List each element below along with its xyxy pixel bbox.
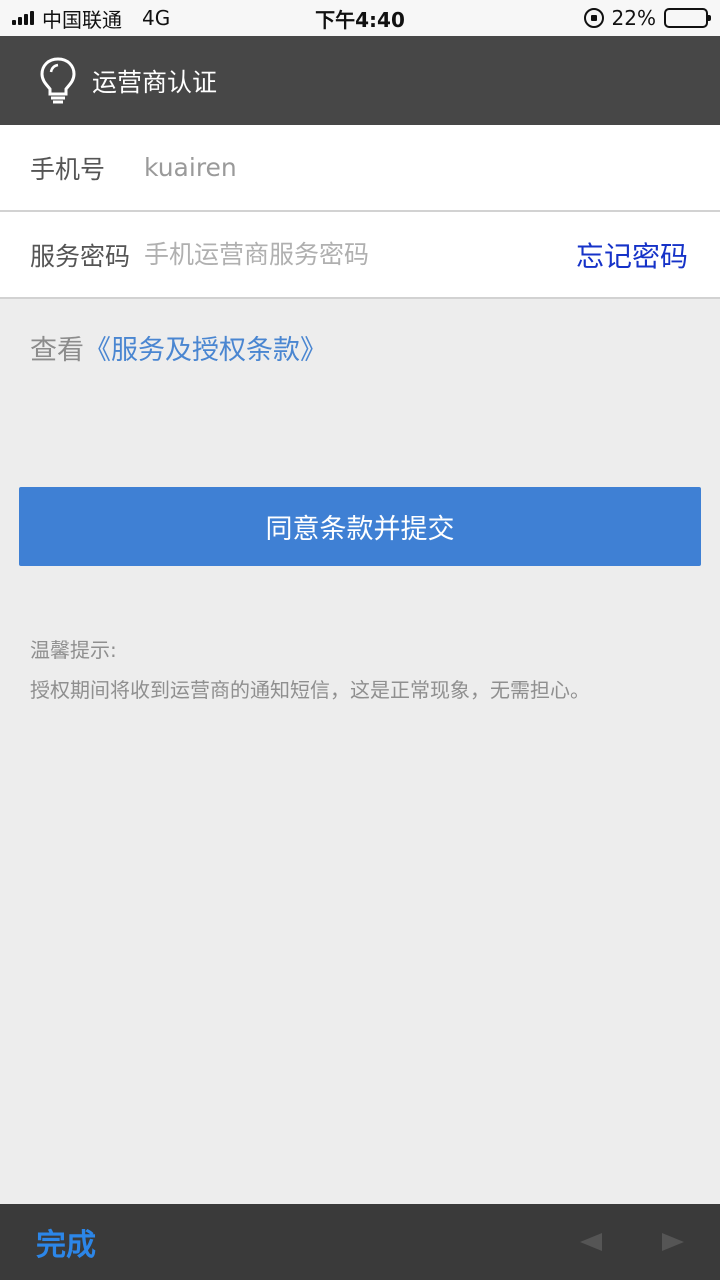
- battery-percent: 22%: [611, 6, 656, 30]
- tips-title: 温馨提示:: [30, 638, 117, 662]
- keyboard-toolbar: 完成: [0, 1204, 720, 1280]
- agree-submit-button[interactable]: 同意条款并提交: [19, 487, 701, 566]
- done-button[interactable]: 完成: [36, 1220, 96, 1264]
- carrier-name: 中国联通: [42, 7, 122, 32]
- title-bar: 运营商认证: [0, 36, 720, 125]
- battery-icon: [664, 8, 711, 28]
- nav-arrows: [580, 1233, 684, 1251]
- rotation-lock-icon: [583, 8, 604, 28]
- phone-label: 手机号: [30, 154, 106, 184]
- password-label: 服务密码: [30, 241, 131, 271]
- status-time: 下午4:40: [315, 7, 405, 32]
- tips-body: 授权期间将收到运营商的通知短信，这是正常现象，无需担心。: [30, 678, 590, 702]
- login-form: 手机号 服务密码 忘记密码: [0, 125, 720, 299]
- right-arrow-icon[interactable]: [662, 1233, 684, 1251]
- phone-input[interactable]: [144, 153, 720, 182]
- status-left: 中国联通 4G: [12, 4, 170, 33]
- terms-line: 查看《服务及授权条款》: [30, 328, 327, 367]
- status-right: 22%: [583, 6, 711, 30]
- terms-link[interactable]: 《服务及授权条款》: [84, 335, 327, 366]
- signal-icon: [12, 11, 34, 25]
- tips-block: 温馨提示: 授权期间将收到运营商的通知短信，这是正常现象，无需担心。: [30, 630, 590, 710]
- network-type: 4G: [142, 6, 171, 30]
- forgot-password-link[interactable]: 忘记密码: [576, 235, 688, 275]
- password-row: 服务密码 忘记密码: [0, 212, 720, 299]
- status-bar: 中国联通 4G 下午4:40 22%: [0, 0, 720, 36]
- page-title: 运营商认证: [92, 67, 218, 97]
- lightbulb-icon: [40, 56, 76, 103]
- phone-row: 手机号: [0, 125, 720, 212]
- terms-prefix: 查看: [30, 335, 84, 366]
- left-arrow-icon[interactable]: [580, 1233, 602, 1251]
